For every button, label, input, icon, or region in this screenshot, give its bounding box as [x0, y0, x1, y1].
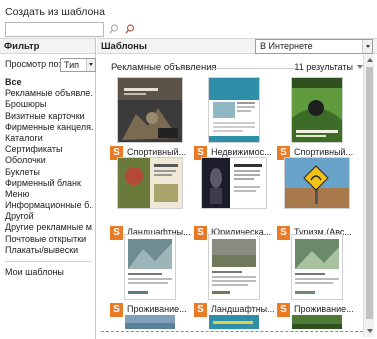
category-item[interactable]: Буклеты [5, 167, 93, 178]
template-tile[interactable]: S Ландшафтны... [110, 158, 191, 244]
vertical-scrollbar[interactable] [363, 55, 374, 337]
category-item[interactable]: Рекламные объявле... [5, 88, 93, 99]
results-count: 11 результаты [294, 62, 353, 72]
scrollbar-thumb[interactable] [366, 67, 373, 319]
templates-panel: Шаблоны В Интернете Рекламные объявления… [97, 38, 377, 339]
template-tile-partial[interactable] [194, 315, 274, 329]
template-name: Недвижимос... [211, 147, 272, 157]
template-thumbnail [194, 78, 274, 143]
template-name: Проживание... [294, 304, 354, 314]
template-tile[interactable]: S Проживание... [110, 235, 190, 321]
category-item[interactable]: Другой [5, 211, 93, 222]
category-item[interactable]: Брошюры [5, 99, 93, 110]
divider [5, 261, 91, 262]
template-tile[interactable]: S Юридическа... [194, 158, 274, 244]
template-thumbnail [194, 235, 274, 300]
template-tile[interactable]: S Проживание... [277, 235, 357, 321]
template-thumbnail [110, 78, 190, 143]
template-name: Спортивный... [127, 147, 187, 157]
category-item[interactable]: Плакаты/вывески [5, 245, 93, 256]
template-thumbnail [125, 315, 175, 329]
section-title: Рекламные объявления [111, 62, 217, 73]
template-tile-partial[interactable] [110, 315, 190, 329]
category-item[interactable]: Фирменные канцеля... [5, 122, 93, 133]
selection-outline [101, 331, 363, 332]
template-thumbnail [277, 78, 357, 143]
category-item[interactable]: Информационные б... [5, 200, 93, 211]
source-dropdown[interactable]: В Интернете [255, 39, 373, 54]
search-icon [109, 24, 119, 34]
template-tile[interactable]: S Туризм (Авс... [277, 158, 357, 244]
template-tile[interactable]: S Ландшафтны... [194, 235, 275, 321]
template-thumbnail [110, 158, 190, 223]
category-item[interactable]: Почтовые открытки [5, 234, 93, 245]
templates-header: Шаблоны В Интернете [97, 38, 377, 54]
category-item[interactable]: Все [5, 77, 93, 88]
template-tile-partial[interactable] [277, 315, 357, 329]
template-name: Проживание... [127, 304, 187, 314]
advanced-search-button[interactable] [122, 21, 138, 38]
section-header: Рекламные объявления 11 результаты [111, 62, 363, 74]
filter-panel: Фильтр Просмотр по: Тип Все Рекламные об… [0, 38, 96, 339]
template-name: Ландшафтны... [211, 304, 275, 314]
search-button[interactable] [106, 21, 122, 38]
source-value: В Интернете [260, 41, 313, 51]
template-thumbnail [209, 315, 259, 329]
category-item[interactable]: Другие рекламные м... [5, 222, 93, 233]
view-by-value: Тип [64, 60, 80, 70]
template-thumbnail [277, 235, 357, 300]
templates-header-label: Шаблоны [101, 41, 148, 52]
template-tile[interactable]: S Недвижимос... [194, 78, 274, 164]
template-tile[interactable]: S Спортивный... [110, 78, 190, 164]
chevron-down-icon [86, 59, 95, 71]
template-thumbnail [277, 158, 357, 223]
view-by-label: Просмотр по: [5, 59, 61, 69]
template-thumbnail [194, 158, 274, 223]
template-thumbnail [292, 315, 342, 329]
category-item[interactable]: Оболочки [5, 155, 93, 166]
template-name: Спортивный... [294, 147, 354, 157]
category-item[interactable]: Меню [5, 189, 93, 200]
scroll-down-icon[interactable] [367, 329, 373, 333]
category-item[interactable]: Сертификаты [5, 144, 93, 155]
chevron-down-icon [362, 40, 372, 53]
dialog-title: Создать из шаблона [5, 6, 105, 18]
template-thumbnail [110, 235, 190, 300]
search-advanced-icon [125, 24, 135, 34]
view-by-dropdown[interactable]: Тип [60, 58, 96, 72]
category-item[interactable]: Визитные карточки [5, 111, 93, 122]
template-tile[interactable]: S Спортивный... [277, 78, 357, 164]
category-item[interactable]: Каталоги [5, 133, 93, 144]
search-input[interactable] [5, 22, 104, 37]
category-item[interactable]: Фирменный бланк [5, 178, 93, 189]
my-templates-link[interactable]: Мои шаблоны [5, 267, 64, 277]
category-list: Все Рекламные объявле... Брошюры Визитны… [5, 77, 93, 256]
scroll-up-icon[interactable] [367, 58, 373, 62]
section-divider [211, 68, 295, 69]
view-by-row: Просмотр по: Тип [5, 58, 96, 72]
filter-header: Фильтр [0, 38, 95, 54]
